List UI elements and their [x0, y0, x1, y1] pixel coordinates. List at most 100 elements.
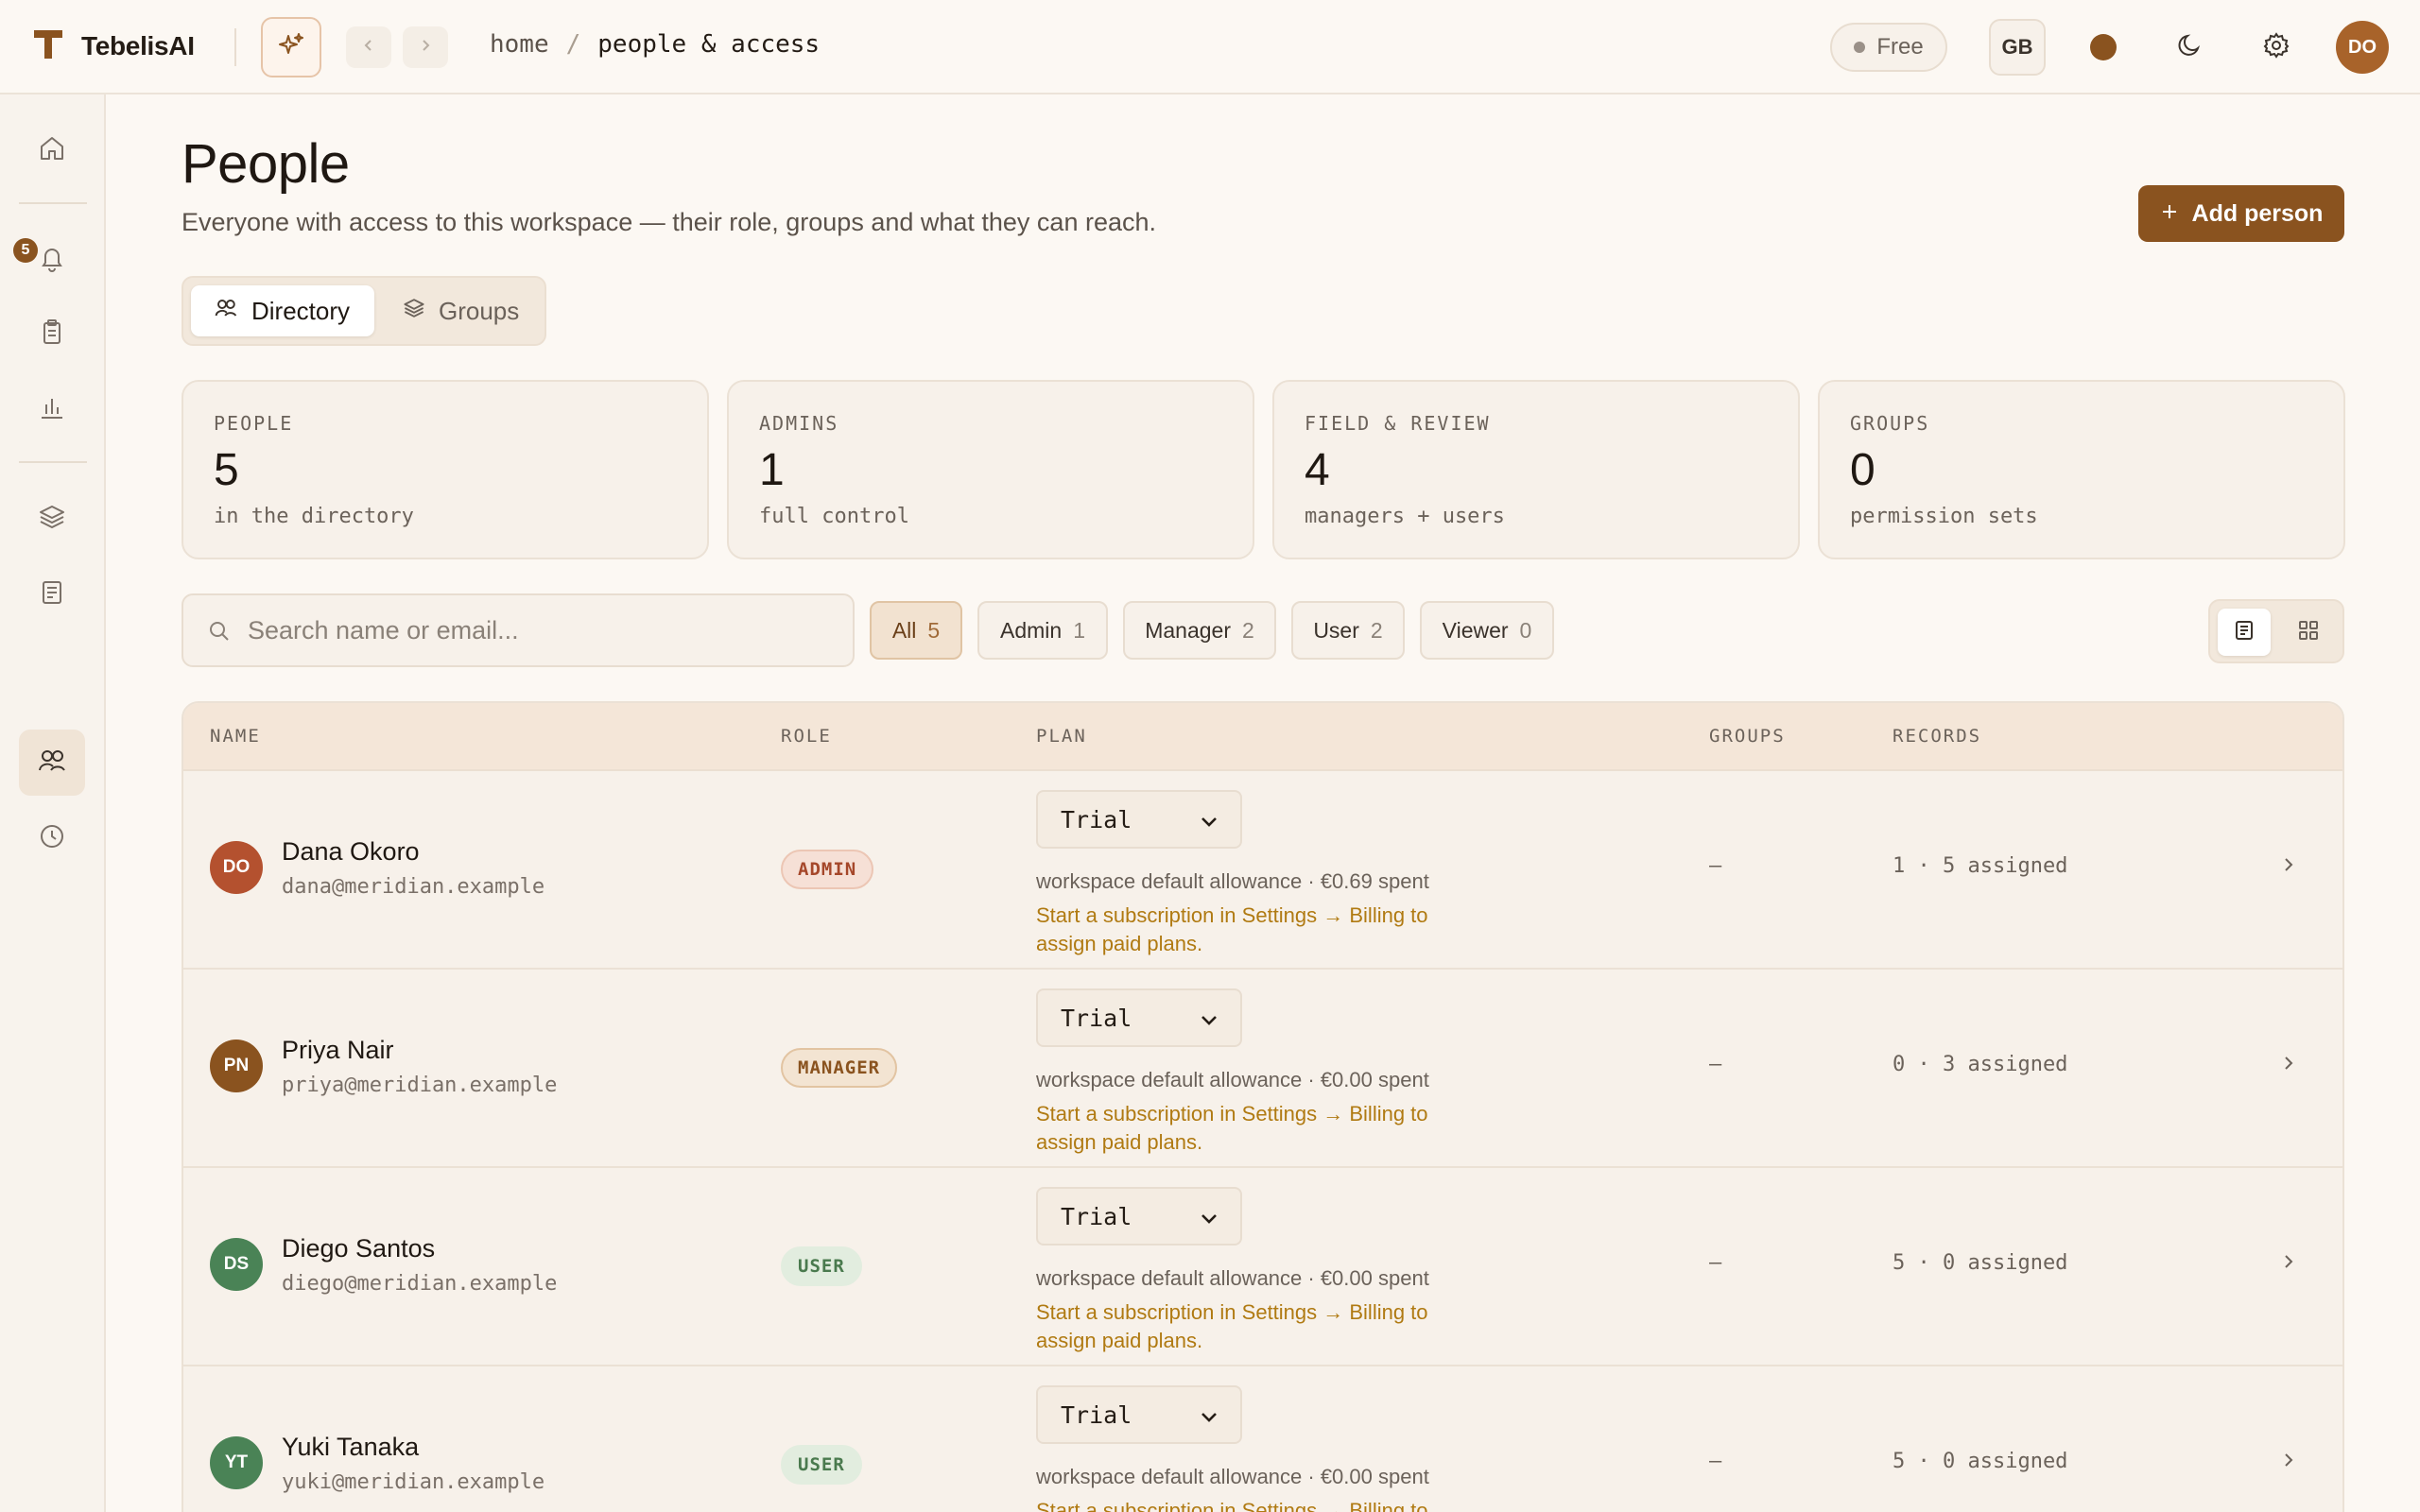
stat-label: PEOPLE [214, 412, 294, 435]
filter-count: 5 [927, 617, 941, 643]
chevron-right-icon[interactable] [2282, 1053, 2295, 1078]
table-row[interactable]: DO Dana Okoro dana@meridian.example ADMI… [183, 771, 2342, 970]
home-icon [38, 134, 66, 167]
language-button[interactable]: GB [1989, 19, 2046, 76]
stat-card-field-review: FIELD & REVIEW 4 managers + users [1272, 380, 1800, 559]
column-header-name[interactable]: NAME [210, 726, 261, 747]
filter-viewer[interactable]: Viewer 0 [1420, 601, 1554, 660]
people-icon [37, 747, 67, 780]
person-email: yuki@meridian.example [282, 1470, 545, 1494]
filter-label: Viewer [1442, 617, 1509, 643]
clipboard-icon [38, 318, 66, 351]
column-header-role[interactable]: ROLE [781, 726, 832, 747]
view-mode-toggle [2208, 599, 2344, 663]
logo-icon [32, 26, 64, 65]
billing-warning[interactable]: Start a subscription in Settings → Billi… [1036, 1497, 1452, 1512]
role-badge: ADMIN [781, 850, 874, 889]
grid-view-button[interactable] [2282, 609, 2335, 656]
billing-warning[interactable]: Start a subscription in Settings → Billi… [1036, 902, 1452, 958]
accent-color-button[interactable] [2090, 34, 2117, 60]
chevron-right-icon[interactable] [2282, 1251, 2295, 1277]
filter-label: User [1313, 617, 1359, 643]
filter-admin[interactable]: Admin 1 [977, 601, 1108, 660]
breadcrumb: home / people & access [490, 30, 820, 59]
table-header: NAME ROLE PLAN GROUPS RECORDS [183, 703, 2342, 771]
ai-assistant-button[interactable] [261, 17, 321, 77]
sidebar-item-people[interactable] [19, 730, 85, 796]
app-name: TebelisAI [81, 30, 195, 60]
forward-button[interactable] [403, 26, 448, 68]
filter-manager[interactable]: Manager 2 [1123, 601, 1276, 660]
role-badge: MANAGER [781, 1048, 898, 1088]
gear-icon [2262, 31, 2290, 64]
brand[interactable]: TebelisAI [32, 26, 195, 65]
stat-note: managers + users [1305, 505, 1505, 528]
back-button[interactable] [346, 26, 391, 68]
plan-select[interactable]: Trial [1036, 1385, 1242, 1444]
tab-groups-label: Groups [439, 296, 520, 325]
person-email: priya@meridian.example [282, 1074, 558, 1097]
sidebar-item-home[interactable] [19, 117, 85, 183]
chevron-down-icon [1201, 1203, 1218, 1230]
allowance-text: workspace default allowance · €0.69 spen… [1036, 869, 1429, 893]
stat-value: 0 [1850, 445, 1876, 495]
sidebar-item-analytics[interactable] [19, 376, 85, 442]
tab-directory[interactable]: Directory [191, 285, 374, 336]
tab-groups[interactable]: Groups [386, 285, 539, 336]
filter-all[interactable]: All 5 [870, 601, 962, 660]
stat-value: 1 [759, 445, 785, 495]
chevron-right-icon[interactable] [2282, 1450, 2295, 1475]
groups-value: – [1709, 1251, 1722, 1275]
sidebar-item-documents[interactable] [19, 561, 85, 627]
column-header-records[interactable]: RECORDS [1893, 726, 1981, 747]
stat-value: 4 [1305, 445, 1330, 495]
bar-chart-icon [38, 393, 66, 426]
billing-warning[interactable]: Start a subscription in Settings → Billi… [1036, 1298, 1452, 1355]
breadcrumb-home[interactable]: home [490, 30, 549, 59]
chevron-left-icon [361, 38, 376, 58]
search-input[interactable] [248, 609, 834, 652]
column-header-groups[interactable]: GROUPS [1709, 726, 1786, 747]
language-label: GB [2001, 35, 2033, 59]
plan-status-dot [1854, 42, 1866, 53]
stat-label: GROUPS [1850, 412, 1930, 435]
plan-select-value: Trial [1061, 1004, 1132, 1032]
people-icon [214, 297, 238, 326]
sidebar-divider [19, 461, 87, 463]
divider [234, 28, 236, 66]
document-icon [38, 578, 66, 611]
billing-warning[interactable]: Start a subscription in Settings → Billi… [1036, 1100, 1452, 1157]
sidebar-item-tasks[interactable] [19, 301, 85, 367]
plan-select[interactable]: Trial [1036, 988, 1242, 1047]
avatar: YT [210, 1436, 263, 1489]
stat-note: full control [759, 505, 909, 528]
plan-select[interactable]: Trial [1036, 790, 1242, 849]
sidebar-item-history[interactable] [19, 805, 85, 871]
user-avatar[interactable]: DO [2336, 21, 2389, 74]
list-view-button[interactable] [2218, 609, 2271, 656]
settings-button[interactable] [2257, 28, 2295, 66]
plus-icon [2160, 200, 2179, 228]
plan-badge[interactable]: Free [1830, 23, 1947, 72]
filter-count: 2 [1241, 617, 1254, 643]
sidebar-item-layers[interactable] [19, 486, 85, 552]
filter-count: 0 [1519, 617, 1532, 643]
column-header-plan[interactable]: PLAN [1036, 726, 1087, 747]
breadcrumb-separator: / [565, 30, 581, 59]
table-row[interactable]: DS Diego Santos diego@meridian.example U… [183, 1168, 2342, 1366]
table-row[interactable]: PN Priya Nair priya@meridian.example MAN… [183, 970, 2342, 1168]
add-person-button[interactable]: Add person [2138, 185, 2344, 242]
table-row[interactable]: YT Yuki Tanaka yuki@meridian.example USE… [183, 1366, 2342, 1512]
filter-user[interactable]: User 2 [1291, 601, 1405, 660]
filter-count: 1 [1073, 617, 1085, 643]
stat-note: in the directory [214, 505, 414, 528]
plan-select[interactable]: Trial [1036, 1187, 1242, 1246]
add-person-label: Add person [2191, 199, 2324, 227]
records-value: 5 · 0 assigned [1893, 1251, 2068, 1275]
chevron-right-icon[interactable] [2282, 854, 2295, 880]
sparkles-icon [277, 31, 305, 64]
theme-toggle-button[interactable] [2170, 28, 2208, 66]
search-icon [208, 620, 231, 647]
allowance-text: workspace default allowance · €0.00 spen… [1036, 1068, 1429, 1091]
records-value: 5 · 0 assigned [1893, 1450, 2068, 1473]
